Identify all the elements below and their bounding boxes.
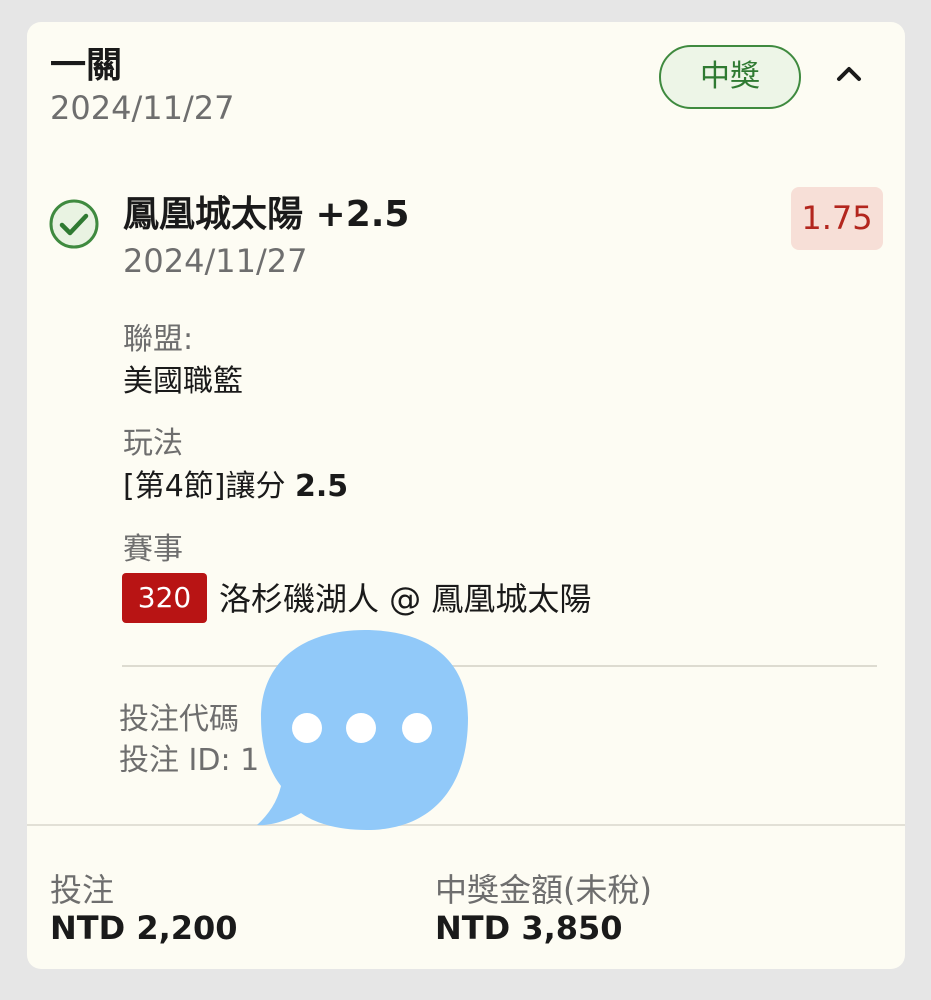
event-teams: 洛杉磯湖人 @ 鳳凰城太陽 — [219, 580, 592, 618]
league-label: 聯盟: — [123, 322, 194, 357]
selection-title: 鳳凰城太陽 +2.5 — [123, 194, 410, 235]
play-value-line: 2.5 — [295, 469, 349, 504]
selection-date: 2024/11/27 — [123, 242, 308, 280]
stake-value: NTD 2,200 — [50, 909, 238, 947]
stake-label: 投注 — [50, 871, 115, 909]
event-label: 賽事 — [123, 532, 183, 567]
bet-code-label: 投注代碼 — [119, 702, 239, 737]
play-value-prefix: [第4節]讓分 — [123, 469, 296, 504]
odds-badge: 1.75 — [791, 187, 883, 250]
check-circle-icon — [48, 198, 100, 250]
divider — [122, 665, 877, 667]
payout-value: NTD 3,850 — [435, 909, 623, 947]
payout-label: 中獎金額(未稅) — [435, 871, 652, 909]
status-badge: 中獎 — [659, 45, 801, 109]
league-value: 美國職籃 — [123, 364, 243, 399]
chevron-up-icon — [837, 67, 861, 81]
bet-type-title: 一關 — [50, 45, 123, 86]
bet-id-label: 投注 ID: 1 — [119, 743, 260, 778]
collapse-button[interactable] — [827, 52, 871, 96]
play-value: [第4節]讓分 2.5 — [123, 467, 348, 507]
chat-bubble-icon — [255, 626, 470, 832]
bet-date: 2024/11/27 — [50, 89, 235, 127]
event-number-badge: 320 — [122, 573, 207, 623]
play-label: 玩法 — [123, 426, 183, 461]
